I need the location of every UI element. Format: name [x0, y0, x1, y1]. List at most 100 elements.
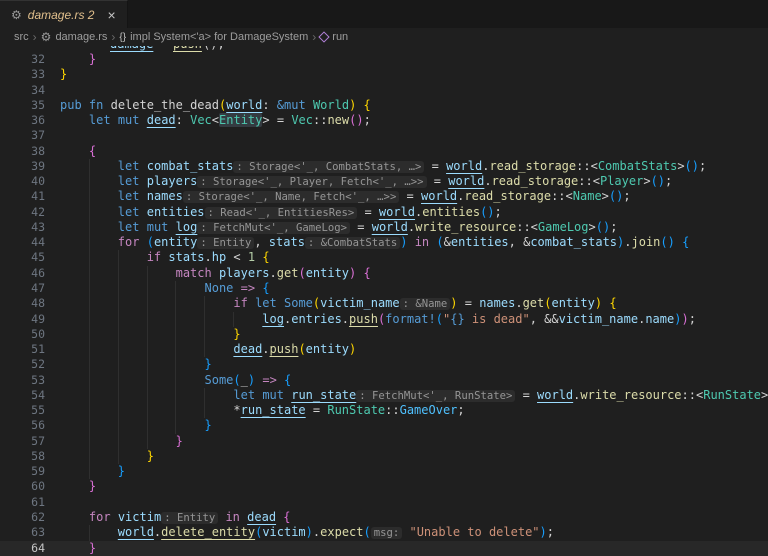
line-number[interactable]: 58 — [0, 449, 45, 464]
code-token: = — [269, 113, 292, 128]
code-line[interactable]: 55 *run_state = RunState::GameOver; — [0, 403, 768, 419]
code-line[interactable]: 56 } — [0, 418, 768, 434]
code-line[interactable]: 52 } — [0, 357, 768, 373]
code-line[interactable]: 41 let names: Storage<'_, Name, Fetch<'_… — [0, 189, 768, 205]
code-line[interactable]: 45 if stats.hp < 1 { — [0, 250, 768, 266]
line-number[interactable]: 32 — [0, 52, 45, 67]
code-content: pub fn delete_the_dead(world: &mut World… — [45, 98, 768, 113]
line-number[interactable]: 39 — [0, 159, 45, 174]
inlay-hint: : &CombatStats — [304, 237, 401, 250]
editor: damagepush(); 32 }33}3435pub fn delete_t… — [0, 46, 768, 556]
code-line[interactable]: 40 let players: Storage<'_, Player, Fetc… — [0, 174, 768, 190]
code-line-current[interactable]: 64 } — [0, 540, 768, 556]
line-number[interactable]: 52 — [0, 357, 45, 372]
line-number[interactable]: 51 — [0, 342, 45, 357]
line-number[interactable]: 59 — [0, 464, 45, 479]
line-number[interactable]: 42 — [0, 205, 45, 220]
code-line[interactable]: 50 } — [0, 326, 768, 343]
code-line[interactable]: 48 if let Some(victim_name: &Name) = nam… — [0, 296, 768, 312]
code-line[interactable]: 60 } — [0, 479, 768, 494]
code-token: ) — [691, 158, 700, 173]
code-line[interactable]: 35 pub fn delete_the_dead(world: &mut Wor… — [0, 98, 768, 113]
code-line[interactable]: 51 dead.push(entity) — [0, 342, 768, 358]
line-number[interactable]: 38 — [0, 144, 45, 159]
code-token: dead — [233, 342, 263, 357]
line-number[interactable]: 46 — [0, 266, 45, 281]
line-number[interactable]: 35 — [0, 98, 45, 113]
line-number[interactable]: 57 — [0, 434, 45, 449]
line-number[interactable]: 45 — [0, 250, 45, 265]
code-line[interactable]: 42 let entities: Read<'_, EntitiesRes> =… — [0, 204, 768, 220]
breadcrumb-label: run — [332, 31, 349, 43]
code-line[interactable]: 49 log.entries.push(format!("{} is dead"… — [0, 311, 768, 327]
line-number[interactable]: 61 — [0, 495, 45, 510]
code-content: if stats.hp < 1 { — [45, 250, 768, 266]
line-number[interactable]: 62 — [0, 510, 45, 525]
code-line[interactable]: 34 — [0, 83, 768, 98]
close-icon[interactable]: × — [105, 7, 117, 23]
code-token: } — [204, 418, 212, 433]
line-number[interactable]: 37 — [0, 128, 45, 143]
line-number[interactable]: 50 — [0, 327, 45, 342]
code-line[interactable]: 38 { — [0, 144, 768, 159]
line-number[interactable]: 54 — [0, 388, 45, 403]
tab-damage-rs[interactable]: ⚙ damage.rs 2 × — [0, 0, 128, 28]
line-number[interactable]: 60 — [0, 479, 45, 494]
breadcrumb-item-src[interactable]: src — [14, 31, 29, 43]
code-line[interactable]: 46 match players.get(entity) { — [0, 265, 768, 281]
code-token: :: — [313, 113, 328, 128]
code-line[interactable]: 39 let combat_stats: Storage<'_, CombatS… — [0, 158, 768, 175]
inlay-hint: : Storage<'_, Name, Fetch<'_, …>> — [182, 191, 400, 204]
code-line[interactable]: 36 let mut dead: Vec<Entity> = Vec::new(… — [0, 113, 768, 128]
line-number[interactable]: 49 — [0, 312, 45, 327]
code-token: join — [631, 235, 661, 250]
code-line[interactable]: 57 } — [0, 433, 768, 449]
code-line[interactable]: 58 } — [0, 448, 768, 465]
indent-guide — [117, 280, 119, 297]
line-number[interactable]: 48 — [0, 296, 45, 311]
line-number[interactable]: 40 — [0, 174, 45, 189]
code-content: } — [45, 464, 768, 480]
code-line[interactable]: 54 let mut run_state: FetchMut<'_, RunSt… — [0, 387, 768, 404]
line-number[interactable]: 36 — [0, 113, 45, 128]
symbol-namespace-icon: {} — [119, 31, 127, 43]
code-line[interactable]: 62 for victim: Entity in dead { — [0, 510, 768, 525]
code-line[interactable]: 59 } — [0, 464, 768, 480]
code-token: && — [544, 311, 559, 326]
code-line[interactable]: 63 world.delete_entity(victim).expect(ms… — [0, 525, 768, 541]
line-number[interactable]: 41 — [0, 189, 45, 204]
code-token: world — [421, 189, 458, 204]
code-line[interactable]: 33} — [0, 67, 768, 82]
indent-guide — [117, 342, 119, 358]
code-token: Name — [572, 189, 602, 204]
code-line[interactable]: 44 for (entity: Entity, stats: &CombatSt… — [0, 235, 768, 251]
line-number[interactable]: 53 — [0, 373, 45, 388]
breadcrumb-item-damage.rs[interactable]: ⚙ damage.rs — [41, 31, 108, 43]
code-line[interactable]: 47 None => { — [0, 280, 768, 297]
indent-guide — [175, 342, 177, 358]
code-line[interactable]: 37 — [0, 128, 768, 143]
line-number[interactable]: 33 — [0, 67, 45, 82]
indent-guide — [204, 326, 206, 343]
inlay-hint: : Storage<'_, Player, Fetch<'_, …>> — [197, 176, 427, 189]
line-number[interactable]: 56 — [0, 418, 45, 433]
line-number[interactable]: 63 — [0, 525, 45, 540]
code-line[interactable]: 61 — [0, 495, 768, 510]
line-number[interactable]: 47 — [0, 281, 45, 296]
breadcrumb-item-impl[interactable]: {} impl System<'a> for DamageSystem — [119, 31, 308, 43]
indent-guide — [146, 296, 148, 312]
code-line[interactable]: 43 let mut log: FetchMut<'_, GameLog> = … — [0, 219, 768, 236]
line-number[interactable]: 55 — [0, 403, 45, 418]
line-number[interactable]: 34 — [0, 83, 45, 98]
code-token: Some — [204, 372, 234, 387]
code-line[interactable]: 32 } — [0, 52, 768, 67]
code-line[interactable]: 53 Some(_) => { — [0, 372, 768, 388]
code-token: let — [117, 189, 140, 204]
line-number[interactable]: 64 — [0, 541, 45, 556]
line-number[interactable]: 43 — [0, 220, 45, 235]
breadcrumb-item-run[interactable]: run — [318, 31, 349, 43]
line-number[interactable]: 44 — [0, 235, 45, 250]
indent-guide — [175, 418, 177, 434]
code-token: ( — [146, 235, 154, 250]
